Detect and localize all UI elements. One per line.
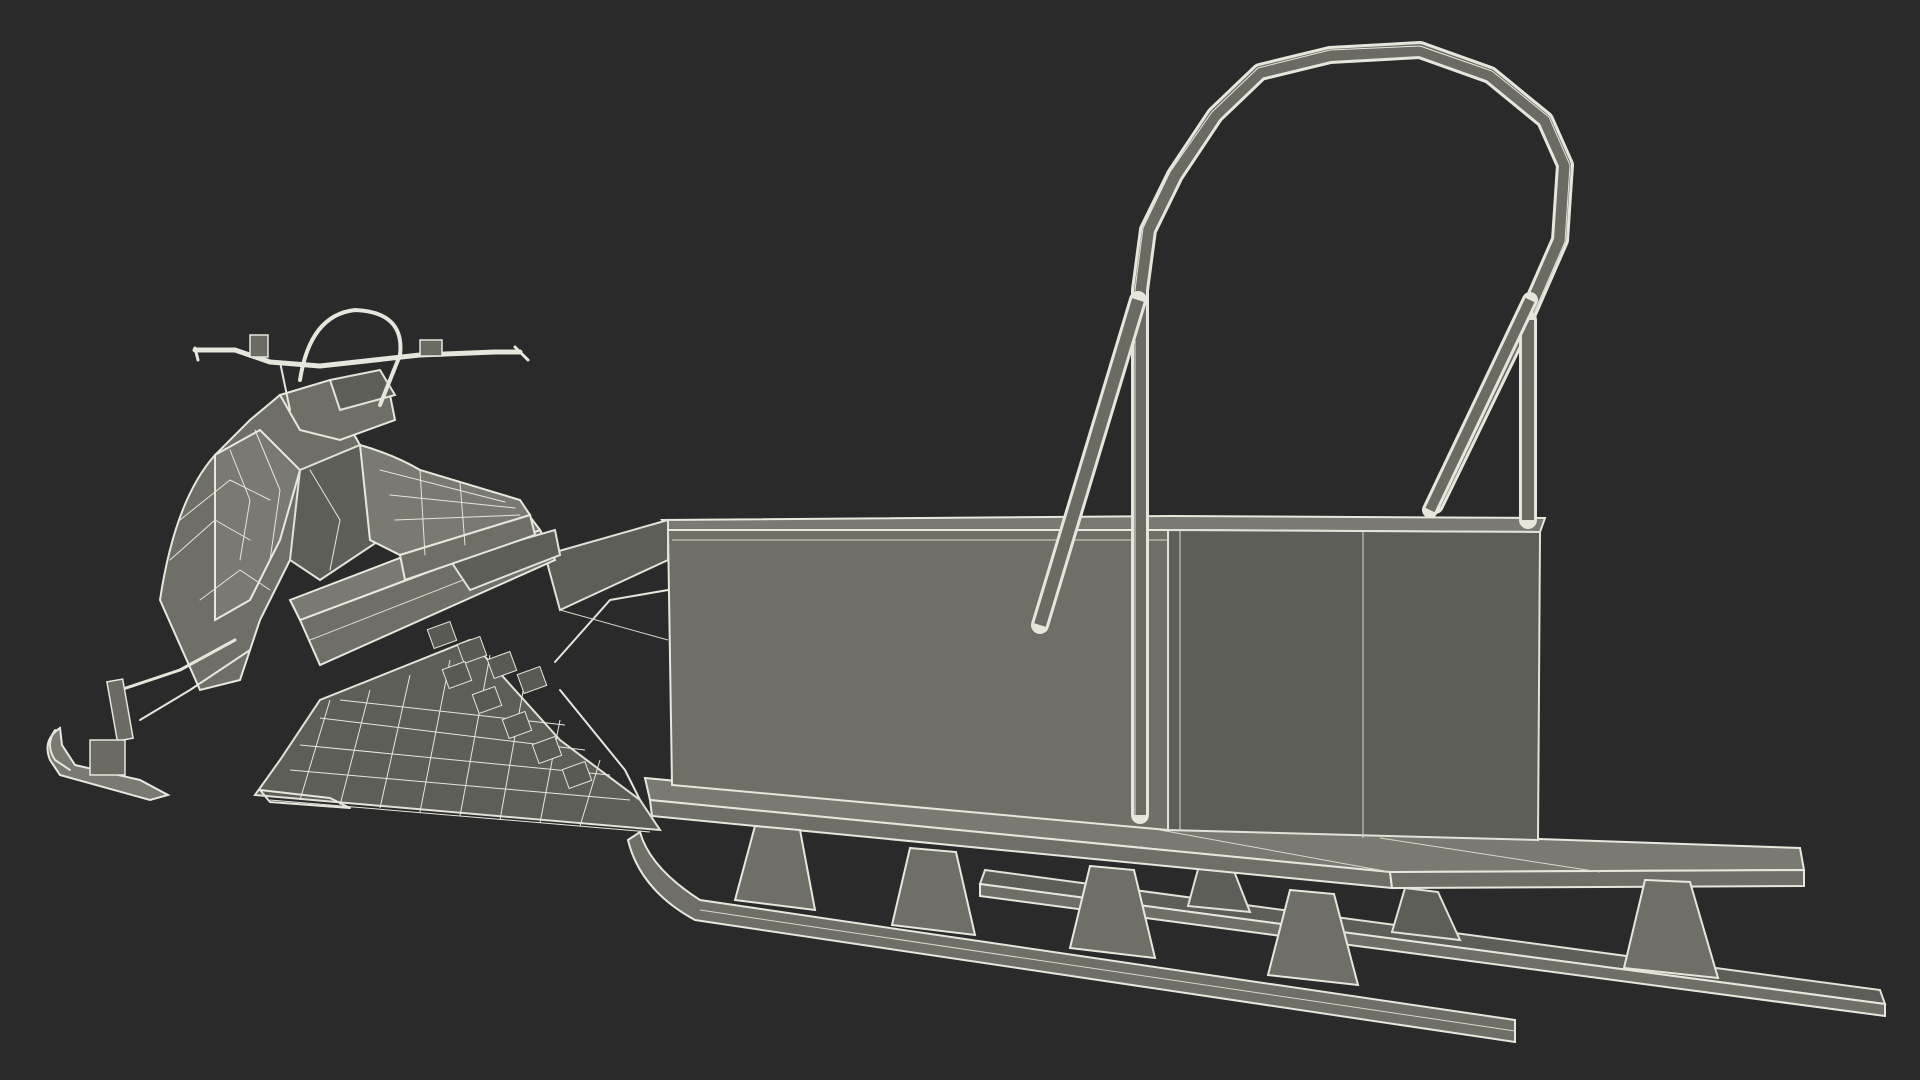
snowmobile — [46, 308, 669, 833]
sled-cargo-box — [660, 514, 1547, 842]
3d-viewport — [0, 0, 1920, 1080]
wireframe-render — [46, 41, 1887, 1044]
cargo-sled — [626, 41, 1887, 1044]
